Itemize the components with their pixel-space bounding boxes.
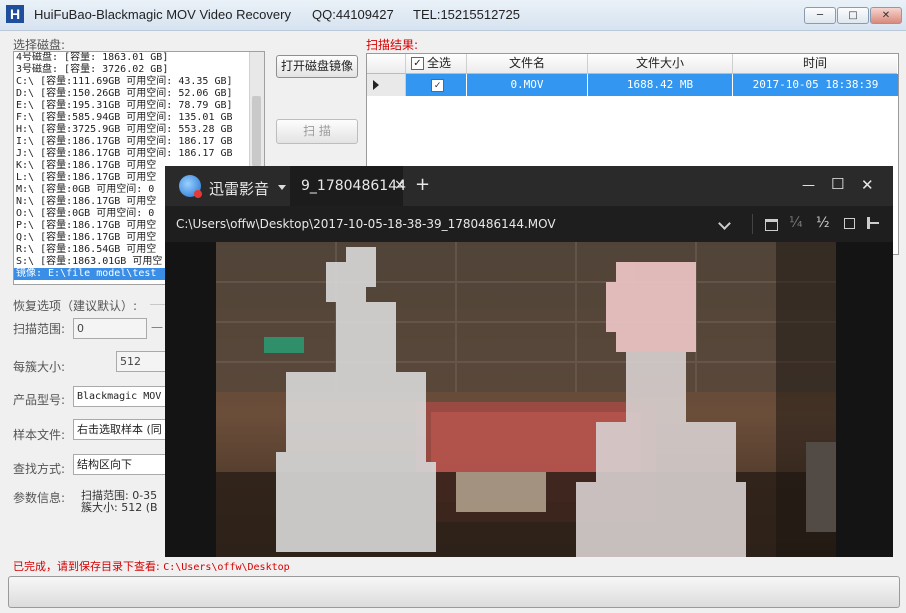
scan-results-label: 扫描结果: xyxy=(366,38,419,52)
table-row-checkbox-cell[interactable]: ✓ xyxy=(406,74,466,96)
row-checkbox[interactable]: ✓ xyxy=(431,79,444,92)
path-dropdown-icon[interactable] xyxy=(718,217,731,230)
column-header-filesize[interactable]: 文件大小 xyxy=(588,54,733,74)
status-message: 已完成，请到保存目录下查看: xyxy=(13,560,160,573)
scan-range-separator: — xyxy=(151,320,163,334)
scan-range-start-input[interactable]: 0 xyxy=(73,318,147,339)
group-divider xyxy=(150,304,165,305)
player-maximize-icon[interactable]: ☐ xyxy=(831,175,844,193)
cluster-size-input[interactable]: 512 xyxy=(116,351,167,372)
product-model-label: 产品型号: xyxy=(13,393,66,407)
disk-list-item[interactable]: J:\ [容量:186.17GB 可用空间: 186.17 GB xyxy=(14,148,264,160)
player-close-icon[interactable]: ✕ xyxy=(861,176,874,194)
find-method-label: 查找方式: xyxy=(13,462,66,476)
video-frame-image xyxy=(216,242,836,557)
fit-screen-icon[interactable] xyxy=(844,218,855,229)
find-method-select[interactable]: 结构区向下 xyxy=(73,454,167,475)
player-tab[interactable]: 9_1780486144 × xyxy=(290,166,406,206)
tab-close-icon[interactable]: × xyxy=(394,177,406,193)
player-tab-title: 9_1780486144 xyxy=(301,178,406,194)
player-path-bar: C:\Users\offw\Desktop\2017-10-05-18-38-3… xyxy=(165,206,893,242)
disk-list-item[interactable]: F:\ [容量:585.94GB 可用空间: 135.01 GB xyxy=(14,112,264,124)
video-frame[interactable] xyxy=(216,242,836,557)
disk-list-item[interactable]: 4号磁盘: [容量: 1863.01 GB] xyxy=(14,52,264,64)
current-row-arrow-icon xyxy=(373,80,379,90)
player-minimize-icon[interactable]: — xyxy=(802,178,815,193)
disk-list-item[interactable]: H:\ [容量:3725.9GB 可用空间: 553.28 GB xyxy=(14,124,264,136)
scan-button[interactable]: 扫 描 xyxy=(276,119,358,144)
row-header-corner xyxy=(367,54,406,74)
close-button[interactable]: ✕ xyxy=(870,7,902,24)
scroll-thumb[interactable] xyxy=(252,96,261,166)
params-info-label: 参数信息: xyxy=(13,491,66,505)
status-path: C:\Users\offw\Desktop xyxy=(163,562,290,573)
zoom-half-icon[interactable]: ½ xyxy=(816,215,830,231)
table-row-filename[interactable]: 0.MOV xyxy=(467,74,587,96)
disk-list-item[interactable]: 3号磁盘: [容量: 3726.02 GB] xyxy=(14,64,264,76)
zoom-quarter-icon[interactable]: ¼ xyxy=(789,215,803,231)
disk-list-item[interactable]: D:\ [容量:150.26GB 可用空间: 52.06 GB] xyxy=(14,88,264,100)
table-row-time[interactable]: 2017-10-05 18:38:39 xyxy=(733,74,898,96)
select-all-checkbox[interactable]: ✓ xyxy=(411,57,424,70)
params-cluster-size: 簇大小: 512 (B xyxy=(81,501,158,514)
video-player-window[interactable]: 迅雷影音 9_1780486144 × + — ☐ ✕ C:\Users\off… xyxy=(165,166,893,557)
select-all-label: 全选 xyxy=(427,56,452,70)
window-title: HuiFuBao-Blackmagic MOV Video Recovery xyxy=(34,7,291,22)
progress-bar xyxy=(8,576,900,608)
status-text: 已完成，请到保存目录下查看: C:\Users\offw\Desktop xyxy=(13,558,290,574)
table-row-filesize[interactable]: 1688.42 MB xyxy=(588,74,732,96)
file-path: C:\Users\offw\Desktop\2017-10-05-18-38-3… xyxy=(176,217,556,231)
player-app-name[interactable]: 迅雷影音 xyxy=(209,178,269,199)
sample-file-label: 样本文件: xyxy=(13,428,66,442)
folder-icon[interactable] xyxy=(765,219,778,231)
column-header-filename[interactable]: 文件名 xyxy=(467,54,588,74)
maximize-button[interactable]: □ xyxy=(837,7,869,24)
disk-list-item[interactable]: I:\ [容量:186.17GB 可用空间: 186.17 GB xyxy=(14,136,264,148)
player-badge-icon xyxy=(194,190,202,198)
scan-range-label: 扫描范围: xyxy=(13,322,66,336)
product-model-select[interactable]: Blackmagic MOV xyxy=(73,386,167,407)
sample-file-input[interactable]: 右击选取样本 (同 xyxy=(73,419,167,440)
qq-contact: QQ:44109427 xyxy=(312,7,394,22)
app-logo-icon: H xyxy=(6,5,24,23)
path-divider xyxy=(752,214,753,234)
minimize-button[interactable]: ─ xyxy=(804,7,836,24)
column-header-time[interactable]: 时间 xyxy=(733,54,897,74)
player-tab-bar: 迅雷影音 9_1780486144 × + — ☐ ✕ xyxy=(165,166,893,206)
new-tab-icon[interactable]: + xyxy=(415,174,430,195)
disk-list-item[interactable]: E:\ [容量:195.31GB 可用空间: 78.79 GB] xyxy=(14,100,264,112)
open-disk-image-button[interactable]: 打开磁盘镜像 xyxy=(276,55,358,78)
row-indicator[interactable] xyxy=(367,74,406,96)
select-all-header[interactable]: ✓ 全选 xyxy=(406,54,467,74)
pin-head xyxy=(867,217,870,229)
cluster-size-label: 每簇大小: xyxy=(13,360,66,374)
disk-list-item[interactable]: C:\ [容量:111.69GB 可用空间: 43.35 GB] xyxy=(14,76,264,88)
dropdown-arrow-icon[interactable] xyxy=(278,185,286,190)
tel-contact: TEL:15215512725 xyxy=(413,7,520,22)
recovery-options-label: 恢复选项（建议默认）: xyxy=(13,299,138,313)
title-bar: H HuiFuBao-Blackmagic MOV Video Recovery… xyxy=(0,0,906,31)
